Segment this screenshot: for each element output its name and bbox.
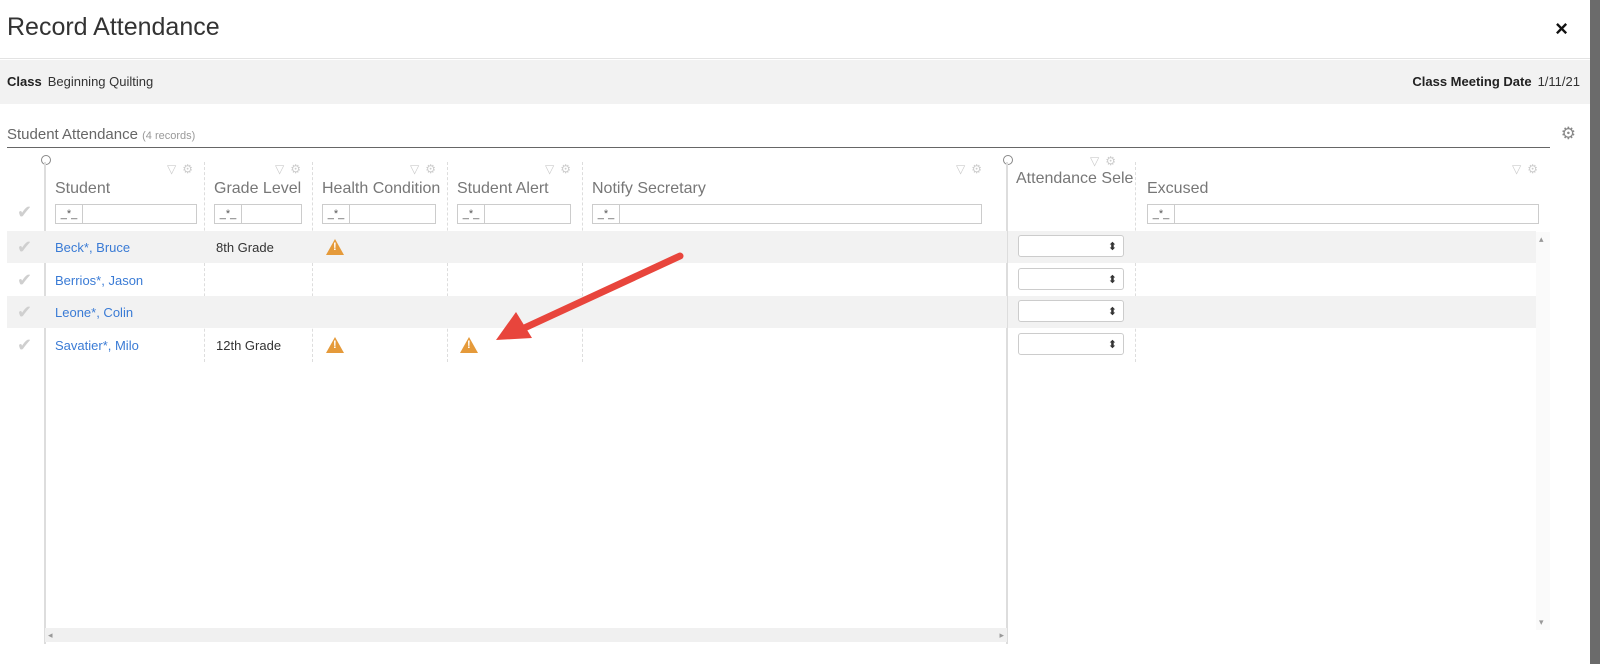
- filter-icon[interactable]: ▽⚙: [275, 162, 307, 176]
- page-scrollbar[interactable]: [1590, 0, 1600, 664]
- table-row[interactable]: ✔ Savatier*, Milo 12th Grade: [7, 329, 1007, 361]
- section-title: Student Attendance (4 records): [7, 126, 195, 143]
- class-label: Class: [7, 74, 42, 89]
- column-header-notify-secretary[interactable]: Notify Secretary ▽⚙ _*_: [584, 154, 994, 230]
- class-value: Beginning Quilting: [47, 74, 154, 89]
- section-title-text: Student Attendance: [7, 126, 138, 143]
- page-title: Record Attendance: [7, 13, 220, 41]
- table-row: ⬍: [1008, 329, 1536, 361]
- checkmark-icon[interactable]: ✔: [17, 335, 32, 356]
- column-label: Attendance Sele: [1016, 170, 1134, 187]
- grade-filter-input[interactable]: _*_: [214, 204, 302, 224]
- filter-icon[interactable]: ▽⚙: [1090, 154, 1122, 168]
- table-row: ⬍: [1008, 296, 1536, 328]
- student-name-link[interactable]: Berrios*, Jason: [55, 273, 143, 288]
- student-name-link[interactable]: Beck*, Bruce: [55, 240, 130, 255]
- column-label: Student: [55, 180, 111, 197]
- column-header-student[interactable]: Student ▽⚙ _*_: [47, 154, 205, 362]
- horizontal-scrollbar[interactable]: ◂ ▸: [45, 628, 1007, 642]
- class-info-bar: Class Beginning Quilting Class Meeting Da…: [0, 60, 1590, 104]
- vertical-scrollbar[interactable]: ▴ ▾: [1536, 232, 1550, 630]
- meeting-date-info: Class Meeting Date 1/11/21: [1412, 74, 1580, 89]
- student-filter-input[interactable]: _*_: [55, 204, 197, 224]
- student-name-link[interactable]: Leone*, Colin: [55, 305, 133, 320]
- attendance-select[interactable]: ⬍: [1018, 235, 1124, 257]
- checkmark-icon[interactable]: ✔: [17, 302, 32, 323]
- grade-level: 8th Grade: [216, 240, 274, 255]
- meeting-date-label: Class Meeting Date: [1412, 74, 1532, 89]
- column-label: Grade Level: [214, 180, 302, 197]
- attendance-select[interactable]: ⬍: [1018, 268, 1124, 290]
- notify-filter-input[interactable]: _*_: [592, 204, 982, 224]
- modal-header: Record Attendance ×: [0, 0, 1590, 59]
- column-label: Excused: [1147, 180, 1209, 197]
- record-count: (4 records): [142, 130, 196, 142]
- column-header-student-alert[interactable]: Student Alert ▽⚙ _*_: [449, 154, 583, 362]
- excused-filter-input[interactable]: _*_: [1147, 204, 1539, 224]
- table-row[interactable]: ✔ Berrios*, Jason: [7, 264, 1007, 296]
- gear-icon[interactable]: ⚙: [1561, 124, 1576, 144]
- warning-icon[interactable]: [460, 337, 478, 356]
- filter-icon[interactable]: ▽⚙: [167, 162, 199, 176]
- checkmark-icon[interactable]: ✔: [17, 270, 32, 291]
- column-label: Health Condition: [322, 180, 441, 197]
- meeting-date-value: 1/11/21: [1537, 74, 1580, 89]
- table-row: ⬍: [1008, 231, 1536, 263]
- attendance-grid-right: Attendance Sele ▽⚙ Excused ▽⚙ _*_ ⬍ ⬍ ⬍ …: [1008, 154, 1550, 644]
- student-name-link[interactable]: Savatier*, Milo: [55, 338, 139, 353]
- health-filter-input[interactable]: _*_: [322, 204, 436, 224]
- column-label: Student Alert: [457, 180, 549, 197]
- filter-icon[interactable]: ▽⚙: [545, 162, 577, 176]
- column-header-excused[interactable]: Excused ▽⚙ _*_: [1137, 154, 1550, 230]
- column-header-attendance-selection[interactable]: Attendance Sele ▽⚙: [1008, 154, 1136, 362]
- select-all-checkmark-icon[interactable]: ✔: [17, 202, 32, 223]
- close-icon[interactable]: ×: [1555, 16, 1568, 42]
- filter-icon[interactable]: ▽⚙: [410, 162, 442, 176]
- column-header-health-condition[interactable]: Health Condition ▽⚙ _*_: [314, 154, 448, 362]
- table-row[interactable]: ✔ Beck*, Bruce 8th Grade: [7, 231, 1007, 263]
- attendance-select[interactable]: ⬍: [1018, 333, 1124, 355]
- divider: [7, 147, 1550, 148]
- warning-icon[interactable]: [326, 239, 344, 258]
- table-row: ⬍: [1008, 264, 1536, 296]
- filter-icon[interactable]: ▽⚙: [1512, 162, 1544, 176]
- table-row[interactable]: ✔ Leone*, Colin: [7, 296, 1007, 328]
- warning-icon[interactable]: [326, 337, 344, 356]
- alert-filter-input[interactable]: _*_: [457, 204, 571, 224]
- attendance-grid-left: ✔ Student ▽⚙ _*_ Grade Level ▽⚙ _*_ Heal…: [7, 154, 1007, 644]
- class-info: Class Beginning Quilting: [7, 74, 153, 89]
- grade-level: 12th Grade: [216, 338, 282, 353]
- attendance-select[interactable]: ⬍: [1018, 300, 1124, 322]
- column-label: Notify Secretary: [592, 180, 706, 197]
- filter-icon[interactable]: ▽⚙: [956, 162, 988, 176]
- column-header-grade-level[interactable]: Grade Level ▽⚙ _*_: [206, 154, 313, 362]
- checkmark-icon[interactable]: ✔: [17, 237, 32, 258]
